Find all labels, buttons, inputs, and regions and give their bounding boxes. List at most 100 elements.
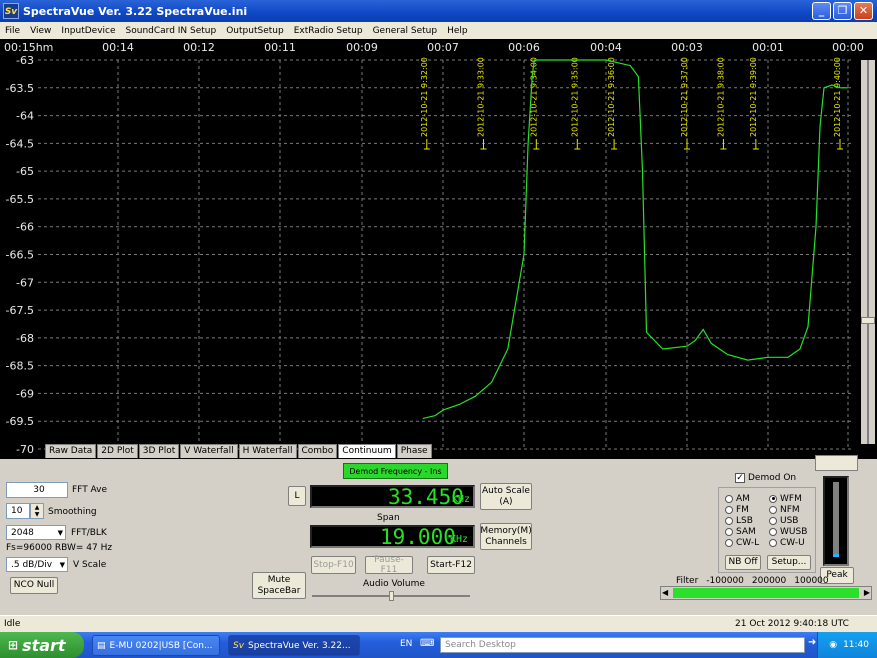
spin-up-icon[interactable]: ▲ xyxy=(31,504,43,511)
nb-off-button[interactable]: NB Off xyxy=(725,555,761,570)
radio-dot[interactable] xyxy=(725,494,733,503)
radio-dot[interactable] xyxy=(725,538,733,547)
span-display[interactable]: 19.000 KHz xyxy=(310,525,475,549)
menu-help[interactable]: Help xyxy=(442,26,473,36)
menu-extradio-setup[interactable]: ExtRadio Setup xyxy=(289,26,368,36)
vscale-select[interactable]: .5 dB/Div ▼ xyxy=(6,557,68,572)
start-button[interactable]: Start-F12 xyxy=(427,556,475,574)
search-desktop-input[interactable]: Search Desktop xyxy=(440,637,805,653)
filter-scrollbar[interactable]: ◀ ▶ xyxy=(660,586,872,600)
demod-frequency-label: Demod Frequency - Ins xyxy=(343,463,448,479)
fs-info: Fs=96000 RBW= 47 Hz xyxy=(6,543,113,553)
fft-ave-input[interactable]: 30 xyxy=(6,482,68,498)
tab-phase[interactable]: Phase xyxy=(396,444,432,458)
radio-dot[interactable] xyxy=(769,527,777,536)
span-unit: KHz xyxy=(450,534,469,545)
language-indicator[interactable]: EN xyxy=(400,639,412,649)
y-tick-label: -67.5 xyxy=(6,304,34,317)
menu-view[interactable]: View xyxy=(25,26,56,36)
continuum-plot-area[interactable]: -63 -63.5 -64 -64.5 -65 -65.5 -66 -66.5 -67 -67.5… xyxy=(0,39,877,459)
taskbar-item-emu[interactable]: ▤ E-MU 0202|USB [Con... xyxy=(92,635,220,656)
menu-input-device[interactable]: InputDevice xyxy=(56,26,120,36)
menu-general-setup[interactable]: General Setup xyxy=(368,26,443,36)
tab-2d-plot[interactable]: 2D Plot xyxy=(97,444,138,458)
filter-high: 200000 xyxy=(751,576,787,586)
taskbar-item-spectravue[interactable]: Sv SpectraVue Ver. 3.22... xyxy=(228,635,360,656)
slider-track xyxy=(867,60,869,444)
y-tick-label: -69 xyxy=(16,387,34,400)
tab-h-waterfall[interactable]: H Waterfall xyxy=(238,444,297,458)
mode-label: WFM xyxy=(780,493,802,504)
mode-radio-usb[interactable]: USB xyxy=(769,515,807,526)
vscale-label: V Scale xyxy=(73,560,107,570)
fft-blk-select[interactable]: 2048 ▼ xyxy=(6,525,66,540)
tab-combo[interactable]: Combo xyxy=(297,444,338,458)
radio-dot[interactable] xyxy=(769,494,777,503)
mode-radio-wfm[interactable]: WFM xyxy=(769,493,807,504)
mode-radio-nfm[interactable]: NFM xyxy=(769,504,807,515)
timestamp-label: 2012-10-21 9:39:00 xyxy=(749,57,758,137)
vertical-offset-slider[interactable] xyxy=(861,60,875,444)
radio-dot[interactable] xyxy=(769,516,777,525)
mode-radio-cw-l[interactable]: CW-L xyxy=(725,537,759,548)
smoothing-label: Smoothing xyxy=(48,507,97,517)
y-tick-label: -66 xyxy=(16,221,34,234)
view-tabs: Raw Data 2D Plot 3D Plot V Waterfall H W… xyxy=(45,444,433,458)
spin-down-icon[interactable]: ▼ xyxy=(31,511,43,518)
tab-continuum[interactable]: Continuum xyxy=(338,444,396,458)
timestamp-label: 2012-10-21 9:38:00 xyxy=(716,57,725,137)
mode-radio-lsb[interactable]: LSB xyxy=(725,515,759,526)
windows-logo-icon: ⊞ xyxy=(8,638,19,652)
audio-volume-slider[interactable] xyxy=(312,591,470,601)
setup-button[interactable]: Setup... xyxy=(767,555,811,570)
chevron-down-icon[interactable]: ▼ xyxy=(60,558,65,572)
close-icon[interactable]: ✕ xyxy=(854,2,873,20)
menu-file[interactable]: File xyxy=(0,26,25,36)
chevron-down-icon[interactable]: ▼ xyxy=(58,526,63,540)
l-button[interactable]: L xyxy=(288,486,306,506)
mode-radio-cw-u[interactable]: CW-U xyxy=(769,537,807,548)
system-tray: ◉ 11:40 xyxy=(817,632,877,658)
slider-thumb[interactable] xyxy=(861,317,875,324)
demod-on-checkbox[interactable]: ✓ Demod On xyxy=(735,473,796,483)
stop-button[interactable]: Stop-F10 xyxy=(311,556,356,574)
arrow-left-icon[interactable]: ◀ xyxy=(662,588,668,597)
auto-scale-button[interactable]: Auto Scale (A) xyxy=(480,483,532,510)
maximize-icon[interactable]: ❐ xyxy=(833,2,852,20)
title-bar[interactable]: Sv SpectraVue Ver. 3.22 SpectraVue.ini _… xyxy=(0,0,877,22)
mode-radio-am[interactable]: AM xyxy=(725,493,759,504)
smoothing-spinner[interactable]: ▲ ▼ xyxy=(30,503,44,519)
pause-button[interactable]: Pause-F11 xyxy=(365,555,413,575)
nco-null-button[interactable]: NCO Null xyxy=(10,577,58,594)
radio-dot[interactable] xyxy=(769,505,777,514)
memory-channels-button[interactable]: Memory(M) Channels xyxy=(480,523,532,550)
volume-thumb[interactable] xyxy=(388,591,394,601)
keyboard-icon[interactable]: ⌨ xyxy=(420,638,434,649)
mode-label: FM xyxy=(736,504,749,515)
x-tick-label: 00:06 xyxy=(508,41,540,54)
start-button-taskbar[interactable]: ⊞ start xyxy=(0,632,84,658)
radio-dot[interactable] xyxy=(769,538,777,547)
arrow-right-icon[interactable]: ➜ xyxy=(808,637,816,648)
radio-dot[interactable] xyxy=(725,516,733,525)
y-tick-label: -69.5 xyxy=(6,415,34,428)
menu-soundcard-setup[interactable]: SoundCard IN Setup xyxy=(121,26,222,36)
mute-button[interactable]: Mute SpaceBar xyxy=(252,572,306,599)
smoothing-input[interactable]: 10 xyxy=(6,503,30,519)
demod-frequency-display[interactable]: 33.450 KHz xyxy=(310,485,475,509)
mode-radio-sam[interactable]: SAM xyxy=(725,526,759,537)
menu-output-setup[interactable]: OutputSetup xyxy=(221,26,288,36)
arrow-right-icon[interactable]: ▶ xyxy=(864,588,870,597)
tab-3d-plot[interactable]: 3D Plot xyxy=(138,444,180,458)
tab-raw-data[interactable]: Raw Data xyxy=(45,444,97,458)
minimize-icon[interactable]: _ xyxy=(812,2,831,20)
check-icon[interactable]: ✓ xyxy=(735,473,745,483)
audio-volume-label: Audio Volume xyxy=(363,579,425,589)
mode-radio-fm[interactable]: FM xyxy=(725,504,759,515)
tab-v-waterfall[interactable]: V Waterfall xyxy=(180,444,238,458)
tray-icon[interactable]: ◉ xyxy=(829,640,837,650)
radio-dot[interactable] xyxy=(725,505,733,514)
radio-dot[interactable] xyxy=(725,527,733,536)
vscale-value: .5 dB/Div xyxy=(11,560,53,570)
mode-radio-wusb[interactable]: WUSB xyxy=(769,526,807,537)
